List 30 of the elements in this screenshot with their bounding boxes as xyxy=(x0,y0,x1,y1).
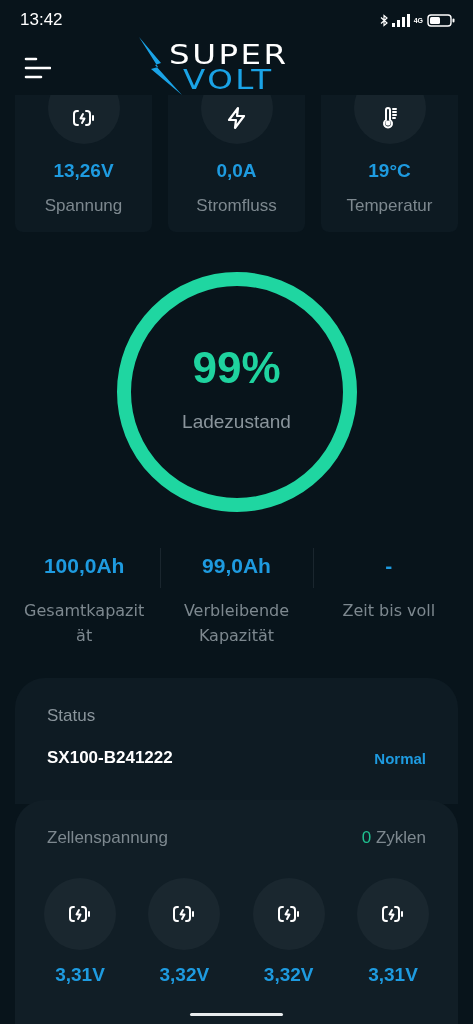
clock-time: 13:42 xyxy=(20,10,63,30)
status-text: Normal xyxy=(374,749,426,767)
metric-label: Stromfluss xyxy=(196,196,277,216)
metric-label: Spannung xyxy=(44,196,123,216)
metric-label: Temperatur xyxy=(346,196,433,216)
stat-value: - xyxy=(385,554,393,578)
menu-icon[interactable] xyxy=(24,56,51,79)
charge-percentage: 99% xyxy=(192,343,281,393)
stat-label: Zeit bis voll xyxy=(342,600,436,622)
cell-voltage: 3,32V xyxy=(263,964,314,986)
stat-value: 100,0Ah xyxy=(43,554,125,578)
cell-voltage: 3,32V xyxy=(159,964,210,986)
cell-voltage: 3,31V xyxy=(368,964,418,986)
metric-value: 0,0A xyxy=(216,160,257,182)
card-title: Zellenspannung xyxy=(47,828,168,848)
card-title: Status xyxy=(47,706,96,725)
cell-voltage: 3,31V xyxy=(55,964,105,986)
stat-label: Verbleibende Kapazität xyxy=(182,600,291,647)
stat-label: Gesamtkapazität xyxy=(23,600,146,647)
signal-icon xyxy=(391,13,410,27)
battery-icon xyxy=(427,13,455,27)
stat-value: 99,0Ah xyxy=(202,554,271,578)
logo-text: VOLT xyxy=(183,67,275,93)
logo-text: SUPER xyxy=(169,42,289,68)
device-id: SX100-B241222 xyxy=(47,748,173,768)
cycle-count: 0 Zyklen xyxy=(361,828,426,848)
metric-value: 19°C xyxy=(368,160,411,182)
metric-value: 13,26V xyxy=(53,160,114,182)
gauge-label: Ladezustand xyxy=(182,411,291,433)
bluetooth-icon xyxy=(379,13,388,27)
